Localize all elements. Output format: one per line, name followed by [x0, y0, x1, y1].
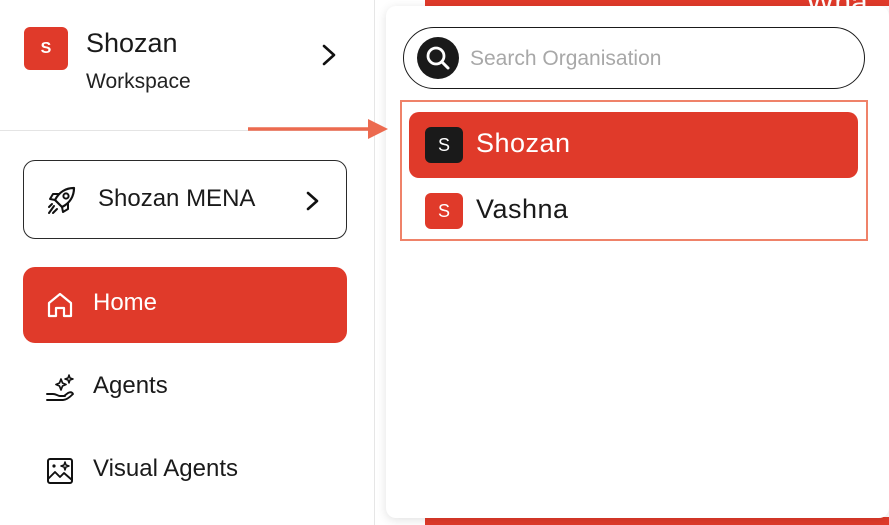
organisation-option-vashna[interactable]: S Vashna [409, 178, 858, 244]
chevron-right-icon[interactable] [318, 42, 340, 68]
sidebar-item-label: Visual Agents [93, 455, 238, 482]
organisation-switcher-button[interactable]: Shozan MENA [23, 160, 347, 239]
workspace-name: Shozan [86, 28, 178, 58]
home-icon [47, 292, 73, 318]
organisation-name: Vashna [476, 194, 569, 224]
organisation-option-shozan[interactable]: S Shozan [409, 112, 858, 178]
search-input[interactable] [468, 42, 852, 76]
organisation-switcher-label: Shozan MENA [98, 185, 256, 212]
workspace-subtitle: Workspace [86, 70, 191, 93]
background-banner-bottom [425, 517, 889, 525]
sidebar-item-home[interactable]: Home [23, 267, 347, 343]
workspace-avatar: S [24, 27, 68, 70]
sidebar: S Shozan Workspace Shozan MENA Home Agen… [0, 0, 375, 525]
sidebar-item-visual-agents[interactable]: Visual Agents [23, 433, 347, 509]
sidebar-item-agents[interactable]: Agents [23, 350, 347, 426]
annotation-arrow-icon [248, 119, 388, 139]
sidebar-item-label: Home [93, 289, 158, 316]
chevron-right-icon [306, 191, 319, 211]
rocket-icon [48, 186, 76, 214]
organisation-search[interactable] [403, 27, 865, 89]
agents-icon [46, 374, 74, 401]
sidebar-item-label: Agents [93, 372, 168, 399]
workspace-header[interactable]: S Shozan Workspace [0, 0, 375, 130]
organisation-avatar: S [425, 193, 463, 229]
organisation-avatar: S [425, 127, 463, 163]
image-sparkle-icon [47, 458, 73, 484]
organisation-name: Shozan [476, 128, 571, 158]
search-icon [417, 37, 459, 79]
